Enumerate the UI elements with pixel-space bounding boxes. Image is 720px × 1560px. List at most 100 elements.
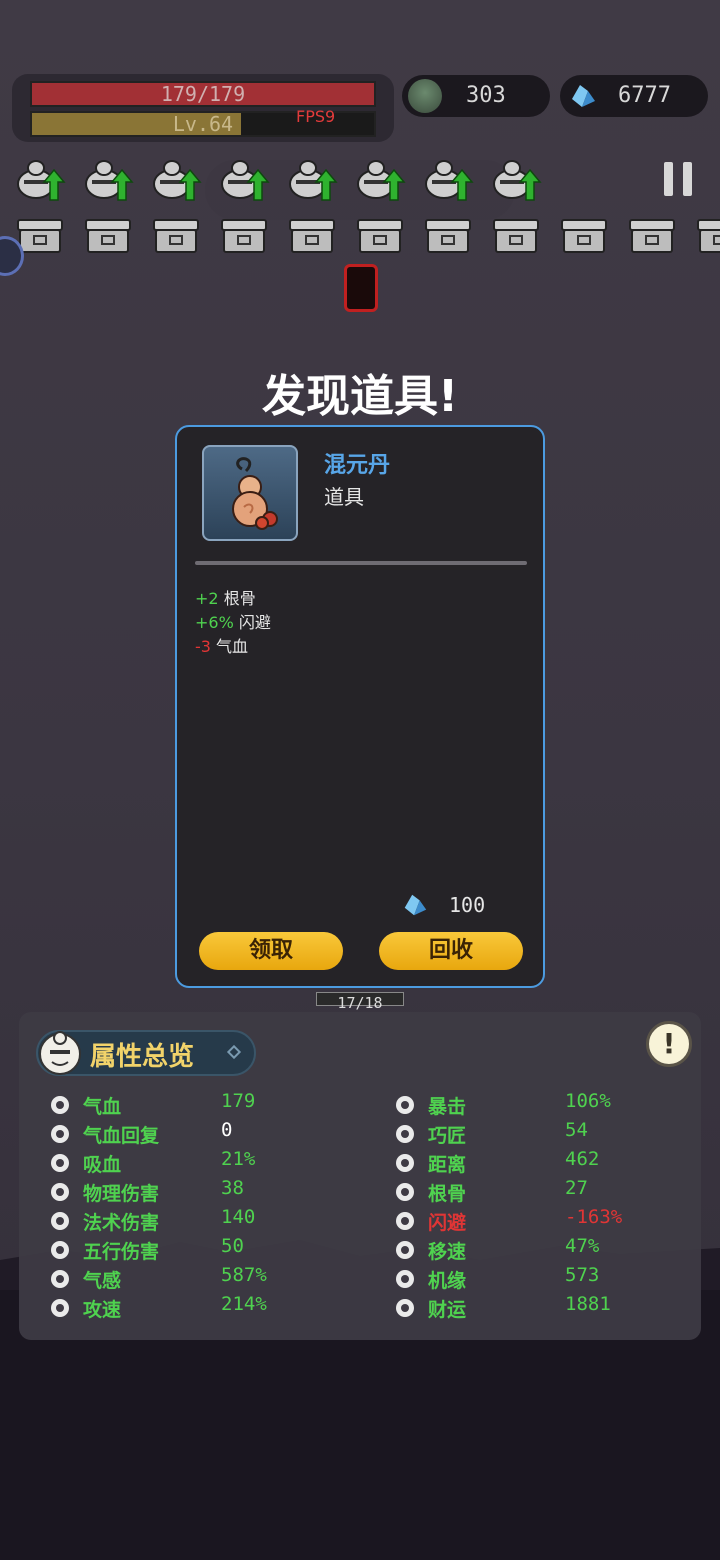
pause-bar-right — [683, 162, 692, 196]
attribute-value: 50 — [221, 1235, 244, 1257]
item-stat-label: 根骨 — [223, 589, 256, 608]
ghost-enemy-icon — [17, 160, 66, 201]
pause-button[interactable] — [664, 162, 692, 196]
money-bag-icon — [408, 79, 442, 113]
item-stat-value: +6% — [195, 613, 234, 632]
item-stat-line: +6% 闪避 — [195, 609, 271, 633]
panel-title: 属性总览 — [90, 1042, 195, 1072]
chest-icon — [425, 219, 471, 253]
spiral-icon — [49, 1210, 71, 1232]
ghost-enemy-icon — [425, 160, 474, 201]
item-stat-label: 气血 — [216, 637, 249, 656]
attribute-value: 54 — [565, 1119, 588, 1141]
attribute-label: 距离 — [428, 1154, 467, 1176]
gem-counter: 6777 — [560, 75, 708, 117]
heart-icon — [49, 1094, 71, 1116]
target-icon — [394, 1152, 416, 1174]
attribute-value: 587% — [221, 1264, 267, 1286]
attribute-label: 机缘 — [428, 1270, 467, 1292]
fps-counter: FPS9 — [296, 107, 336, 126]
chest-icon — [221, 219, 267, 253]
gem-value: 6777 — [618, 83, 671, 108]
attribute-value: 573 — [565, 1264, 600, 1286]
item-found-dialog: 混元丹 道具 +2 根骨 +6% 闪避 -3 气血 100 领取 回收 — [175, 425, 545, 988]
ghost-enemy-icon — [289, 160, 338, 201]
attribute-value: 462 — [565, 1148, 600, 1170]
heart-regen-icon — [49, 1123, 71, 1145]
attribute-value: 21% — [221, 1148, 256, 1170]
item-stat-line: -3 气血 — [195, 633, 248, 657]
chest-icon — [289, 219, 335, 253]
attribute-value: -163% — [565, 1206, 623, 1228]
attribute-value: 1881 — [565, 1293, 611, 1315]
chest-icon — [493, 219, 539, 253]
gold-value: 303 — [466, 83, 506, 108]
attribute-label: 暴击 — [428, 1096, 467, 1118]
attribute-label: 攻速 — [83, 1299, 122, 1321]
pause-bar-left — [664, 162, 673, 196]
hp-bar: 179/179 — [30, 81, 376, 107]
attribute-label: 气血回复 — [83, 1125, 160, 1147]
attribute-label: 五行伤害 — [83, 1241, 160, 1263]
ghost-enemy-icon — [221, 160, 270, 201]
item-name: 混元丹 — [324, 453, 391, 478]
fortune-icon — [394, 1268, 416, 1290]
recycle-value: 100 — [449, 893, 486, 917]
speed-swirl-icon — [49, 1297, 71, 1319]
dodge-icon — [394, 1210, 416, 1232]
chest-icon — [697, 219, 720, 253]
ghost-enemy-icon — [357, 160, 406, 201]
item-stat-value: -3 — [195, 637, 211, 656]
chest-icon — [85, 219, 131, 253]
attribute-value: 0 — [221, 1119, 233, 1141]
attribute-label: 财运 — [428, 1299, 467, 1321]
attribute-value: 27 — [565, 1177, 588, 1199]
meditate-icon — [394, 1181, 416, 1203]
modal-title: 发现道具! — [261, 371, 459, 422]
coin-icon — [394, 1297, 416, 1319]
attribute-value: 140 — [221, 1206, 256, 1228]
gold-counter: 303 — [402, 75, 550, 117]
item-stat-value: +2 — [195, 589, 219, 608]
rings-icon — [49, 1239, 71, 1261]
attribute-label: 物理伤害 — [83, 1183, 160, 1205]
hammer-icon — [394, 1123, 416, 1145]
recycle-button[interactable]: 回收 — [379, 932, 523, 970]
attribute-label: 吸血 — [83, 1154, 122, 1176]
crit-icon — [394, 1094, 416, 1116]
attribute-label: 闪避 — [428, 1212, 467, 1234]
claim-button[interactable]: 领取 — [199, 932, 343, 970]
hp-text: 179/179 — [160, 82, 246, 106]
attribute-label: 移速 — [428, 1241, 467, 1263]
warning-tag — [344, 264, 378, 312]
divider — [195, 561, 527, 565]
attribute-value: 47% — [565, 1235, 600, 1257]
info-button[interactable]: ! — [646, 1021, 692, 1067]
blood-drop-icon — [49, 1152, 71, 1174]
player-hp-text: 17/18 — [337, 994, 383, 1012]
chest-icon — [629, 219, 675, 253]
chest-icon — [357, 219, 403, 253]
avatar-icon — [39, 1031, 81, 1075]
ghost-enemy-icon — [493, 160, 542, 201]
boot-icon — [394, 1239, 416, 1261]
attribute-value: 38 — [221, 1177, 244, 1199]
item-type: 道具 — [324, 485, 364, 509]
item-icon-frame — [202, 445, 298, 541]
sword-icon — [49, 1181, 71, 1203]
gourd-icon — [232, 457, 278, 530]
sense-icon — [49, 1268, 71, 1290]
ghost-enemy-icon — [85, 160, 134, 201]
ghost-enemy-icon — [153, 160, 202, 201]
item-stat-label: 闪避 — [238, 613, 271, 632]
attribute-label: 气感 — [83, 1270, 122, 1292]
item-stat-line: +2 根骨 — [195, 585, 256, 609]
attribute-label: 根骨 — [428, 1183, 467, 1205]
attribute-label: 法术伤害 — [83, 1212, 160, 1234]
crystal-icon — [404, 894, 427, 916]
attribute-value: 106% — [565, 1090, 611, 1112]
crystal-icon — [572, 85, 595, 107]
chest-icon — [153, 219, 199, 253]
attribute-label: 巧匠 — [428, 1125, 467, 1147]
attribute-value: 179 — [221, 1090, 256, 1112]
